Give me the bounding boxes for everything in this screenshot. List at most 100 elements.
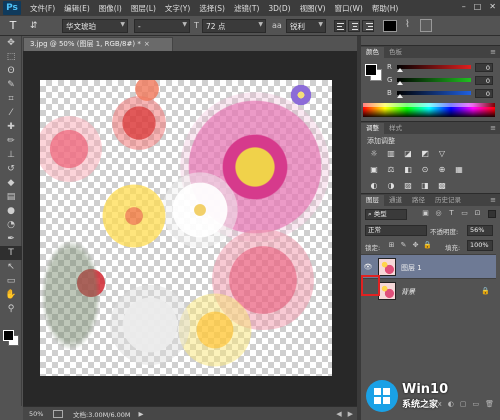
adjustment-icon-4[interactable]: ▽ [435,148,449,159]
lock-pixels-icon[interactable]: ✎ [399,241,408,250]
status-menu-icon[interactable]: ▶ [139,410,144,418]
scroll-left-icon[interactable]: ◀ [336,410,341,418]
fill-input[interactable]: 100% [467,240,493,251]
text-orientation-icon[interactable]: ⇵ [30,21,38,31]
layer-row-background[interactable]: 背景 🔒 [361,278,496,302]
eraser-tool[interactable]: ◆ [0,176,22,190]
font-style-select[interactable]: - ▼ [134,19,190,33]
slider-thumb[interactable] [397,94,403,98]
slider-thumb[interactable] [397,68,403,72]
minimize-button[interactable]: – [462,2,466,11]
pixel-filter-icon[interactable]: ▣ [421,209,430,219]
adjustment-icon-15[interactable]: ◨ [418,180,432,191]
tab-channels[interactable]: 通道 [384,195,407,206]
tab-adjustments[interactable]: 调整 [361,123,384,134]
panel-menu-icon[interactable]: ≡ [490,47,496,58]
adjustment-icon-2[interactable]: ◪ [401,148,415,159]
blue-slider[interactable]: B 0 [387,88,495,98]
red-track[interactable] [397,65,471,72]
panel-menu-icon[interactable]: ≡ [490,195,496,206]
font-size-select[interactable]: 72 点 ▼ [202,19,266,33]
adjustment-icon-14[interactable]: ▨ [401,180,415,191]
adjustment-icon-5[interactable] [452,148,466,159]
tab-layers[interactable]: 图层 [361,195,384,206]
lock-position-icon[interactable]: ✥ [411,241,420,250]
zoom-level[interactable]: 50% [29,410,53,418]
image-canvas[interactable] [40,80,332,376]
warp-text-icon[interactable]: ⌇ [405,19,410,30]
blue-track[interactable] [397,91,471,98]
tab-history[interactable]: 历史记录 [430,195,466,206]
menu-layer[interactable]: 图层(L) [131,3,156,14]
tab-color[interactable]: 颜色 [361,47,384,58]
lock-transparency-icon[interactable]: ⊞ [387,241,396,250]
menu-image[interactable]: 图像(I) [99,3,122,14]
align-left-button[interactable] [334,20,346,32]
text-color-swatch[interactable] [383,20,397,32]
red-value[interactable]: 0 [475,62,493,72]
align-center-button[interactable] [348,20,360,32]
foreground-color-swatch[interactable] [365,64,377,76]
adjustment-icon-9[interactable]: ⊙ [418,164,432,175]
opacity-input[interactable]: 56% [467,225,493,236]
blend-mode-select[interactable]: 正常 [365,225,427,236]
color-spectrum-ramp[interactable] [363,103,495,117]
crop-tool[interactable]: ⌗ [0,92,22,106]
character-panel-icon[interactable] [420,19,432,32]
dodge-tool[interactable]: ◔ [0,218,22,232]
adjustment-icon-13[interactable]: ◑ [384,180,398,191]
eyedropper-tool[interactable]: ⁄ [0,106,22,120]
type-tool[interactable]: T [0,246,22,260]
adjustment-icon-8[interactable]: ◧ [401,164,415,175]
red-slider[interactable]: R 0 [387,62,495,72]
adjustment-icon-0[interactable]: ☼ [367,148,381,159]
adjustment-icon-1[interactable]: ▥ [384,148,398,159]
layer-name[interactable]: 背景 [401,287,415,297]
layer-row-layer1[interactable]: 👁 图层 1 [361,254,496,278]
tab-paths[interactable]: 路径 [407,195,430,206]
foreground-color-swatch[interactable] [3,330,14,341]
menu-view[interactable]: 视图(V) [300,3,326,14]
adjustment-icon-12[interactable]: ◐ [367,180,381,191]
type-filter-icon[interactable]: T [447,209,456,219]
lock-all-icon[interactable]: 🔒 [423,241,432,250]
blur-tool[interactable]: ● [0,204,22,218]
document-tab[interactable]: 3.jpg @ 50% (图层 1, RGB/8#) * × [23,37,173,51]
anti-alias-select[interactable]: 锐利 ▼ [286,19,326,33]
scroll-right-icon[interactable]: ▶ [348,410,353,418]
adjustment-icon-3[interactable]: ◩ [418,148,432,159]
path-select-tool[interactable]: ↖ [0,260,22,274]
tab-styles[interactable]: 样式 [384,123,407,134]
menu-help[interactable]: 帮助(H) [372,3,399,14]
filter-toggle[interactable] [488,210,496,218]
menu-edit[interactable]: 编辑(E) [64,3,90,14]
gradient-tool[interactable]: ▤ [0,190,22,204]
smart-object-filter-icon[interactable]: ⊡ [473,209,482,219]
history-brush-tool[interactable]: ↺ [0,162,22,176]
layer-kind-filter[interactable]: ⌕ 类型 [365,209,407,220]
green-track[interactable] [397,78,471,85]
close-tab-icon[interactable]: × [144,40,150,48]
menu-window[interactable]: 窗口(W) [335,3,363,14]
menu-type[interactable]: 文字(Y) [165,3,190,14]
move-tool[interactable]: ✥ [0,36,22,50]
panel-menu-icon[interactable]: ≡ [490,123,496,134]
layer-name[interactable]: 图层 1 [401,263,422,273]
adjustment-icon-17[interactable] [452,180,466,191]
menu-select[interactable]: 选择(S) [199,3,225,14]
zoom-tool[interactable]: ⚲ [0,302,22,316]
adjustment-icon-10[interactable]: ⊕ [435,164,449,175]
close-button[interactable]: ✕ [489,2,496,11]
hand-tool[interactable]: ✋ [0,288,22,302]
adjustment-icon-6[interactable]: ▣ [367,164,381,175]
adjustment-icon-16[interactable]: ▩ [435,180,449,191]
menu-filter[interactable]: 滤镜(T) [234,3,259,14]
shape-tool[interactable]: ▭ [0,274,22,288]
lasso-tool[interactable]: ʘ [0,64,22,78]
blue-value[interactable]: 0 [475,88,493,98]
adjustment-icon-7[interactable]: ⚖ [384,164,398,175]
slider-thumb[interactable] [397,81,403,85]
maximize-button[interactable]: □ [474,2,482,11]
green-slider[interactable]: G 0 [387,75,495,85]
adjustment-filter-icon[interactable]: ◎ [434,209,443,219]
